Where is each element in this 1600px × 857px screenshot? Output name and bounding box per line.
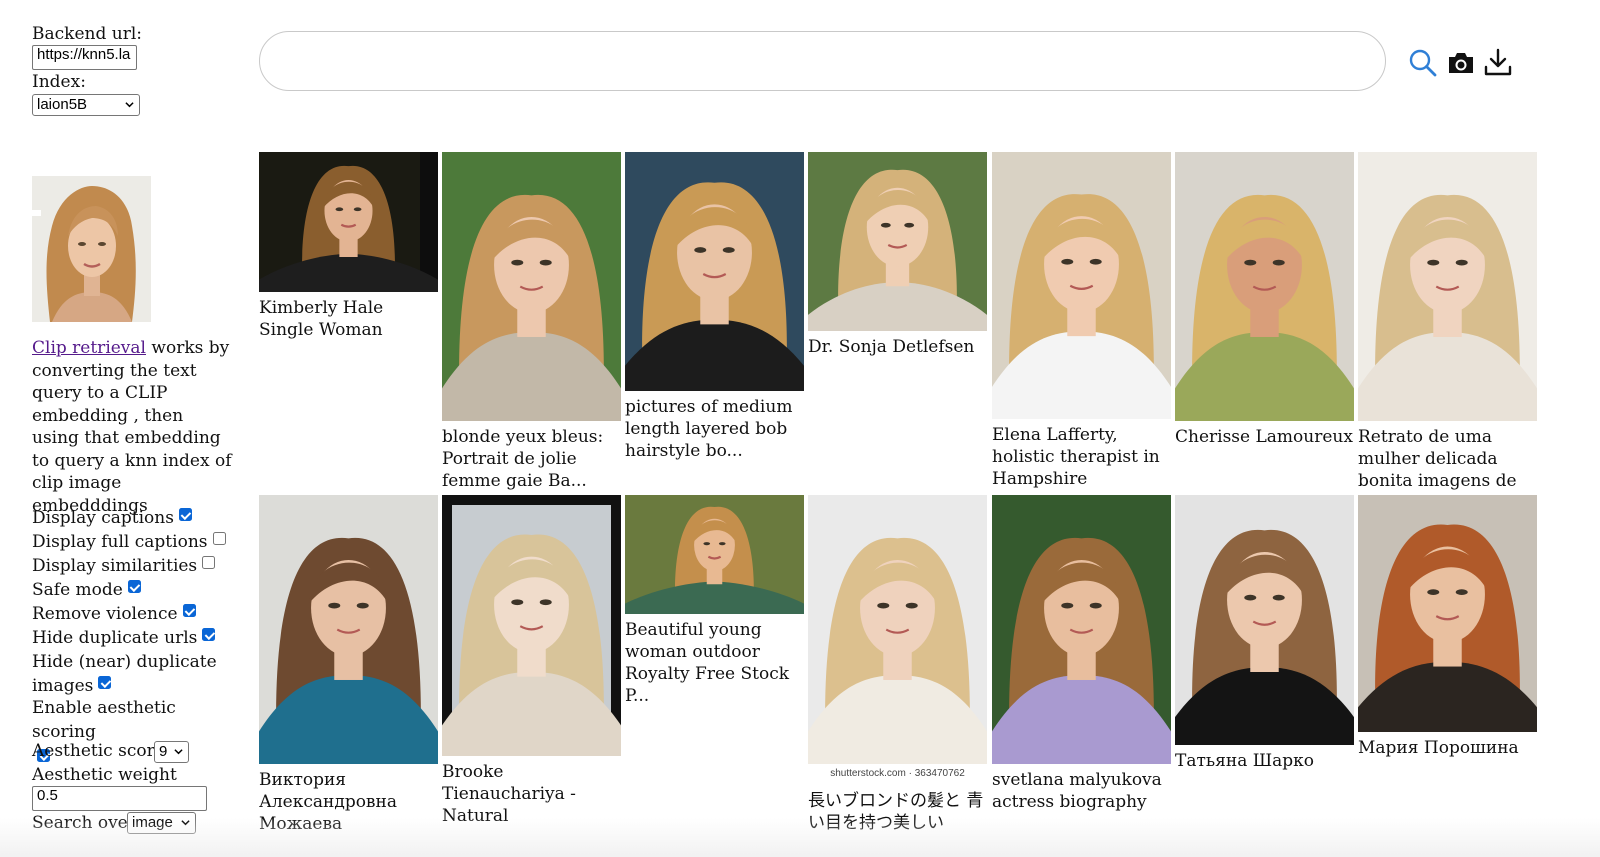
aesthetic-score-label: Aesthetic score bbox=[32, 741, 165, 761]
option-checkbox[interactable] bbox=[127, 580, 141, 593]
result-image[interactable] bbox=[625, 495, 804, 614]
download-icon[interactable] bbox=[1483, 47, 1513, 77]
option-row: Safe mode bbox=[32, 578, 141, 602]
result-image[interactable] bbox=[259, 495, 438, 764]
result-image[interactable] bbox=[442, 495, 621, 756]
result-caption: Beautiful young woman outdoor Royalty Fr… bbox=[625, 620, 790, 706]
portrait-image bbox=[808, 152, 987, 331]
portrait-image bbox=[1358, 152, 1537, 421]
portrait-image bbox=[992, 495, 1171, 764]
image-watermark: shutterstock.com · 363470762 bbox=[830, 768, 965, 779]
portrait-image bbox=[992, 152, 1171, 419]
portrait-image bbox=[259, 152, 438, 292]
result-image[interactable] bbox=[808, 495, 987, 764]
option-label: Hide duplicate urls bbox=[32, 628, 198, 648]
aesthetic-score-value: 9 bbox=[159, 743, 168, 760]
portrait-image bbox=[1175, 152, 1354, 421]
chevron-down-icon bbox=[174, 749, 183, 755]
portrait-image bbox=[442, 495, 621, 756]
result-caption: Мария Порошина bbox=[1358, 738, 1519, 758]
search-over-label: Search over bbox=[32, 813, 136, 833]
portrait-image bbox=[625, 495, 804, 614]
result-image[interactable] bbox=[992, 495, 1171, 764]
result-caption: Виктория Александровна Можаева bbox=[259, 770, 397, 834]
option-label: Display similarities bbox=[32, 556, 198, 576]
search-input[interactable] bbox=[259, 31, 1386, 91]
option-label: Enable aesthetic scoring bbox=[32, 698, 176, 742]
portrait-image bbox=[625, 152, 804, 391]
result-caption: blonde yeux bleus: Portrait de jolie fem… bbox=[442, 427, 604, 491]
result-image[interactable] bbox=[1175, 495, 1354, 745]
clip-retrieval-link[interactable]: Clip retrieval bbox=[32, 338, 146, 358]
result-image[interactable] bbox=[992, 152, 1171, 419]
portrait-image bbox=[1358, 495, 1537, 732]
option-row: Remove violence bbox=[32, 602, 196, 626]
result-image[interactable] bbox=[442, 152, 621, 421]
result-caption: Elena Lafferty, holistic therapist in Ha… bbox=[992, 425, 1160, 489]
option-row: Hide (near) duplicate images bbox=[32, 650, 222, 698]
result-caption: Brooke Tienauchariya - Natural bbox=[442, 762, 576, 826]
portrait-image bbox=[259, 495, 438, 764]
portrait-image bbox=[442, 152, 621, 421]
option-checkbox[interactable] bbox=[202, 628, 216, 641]
index-label: Index: bbox=[32, 72, 86, 92]
index-select-value: laion5B bbox=[37, 96, 88, 113]
option-label: Remove violence bbox=[32, 604, 178, 624]
option-label: Display full captions bbox=[32, 532, 208, 552]
result-caption: 長いブロンドの髪と 青い目を持つ美しい bbox=[808, 791, 984, 833]
chevron-down-icon bbox=[125, 102, 134, 108]
backend-url-label: Backend url: bbox=[32, 24, 142, 44]
portrait-image bbox=[1175, 495, 1354, 745]
option-row: Display similarities bbox=[32, 554, 216, 578]
option-label: Hide (near) duplicate images bbox=[32, 652, 217, 696]
query-image-thumbnail bbox=[32, 176, 151, 322]
portrait-image bbox=[32, 176, 151, 322]
result-caption: Татьяна Шарко bbox=[1175, 751, 1315, 771]
aesthetic-weight-label: Aesthetic weight bbox=[32, 765, 177, 785]
option-row: Hide duplicate urls bbox=[32, 626, 216, 650]
option-label: Display captions bbox=[32, 508, 174, 528]
result-image[interactable] bbox=[1175, 152, 1354, 421]
aesthetic-weight-input[interactable]: 0.5 bbox=[32, 786, 207, 811]
result-caption: Dr. Sonja Detlefsen bbox=[808, 337, 975, 357]
result-image[interactable] bbox=[808, 152, 987, 331]
option-row: Display captions bbox=[32, 506, 192, 530]
result-image[interactable] bbox=[1358, 495, 1537, 732]
result-caption: pictures of medium length layered bob ha… bbox=[625, 397, 793, 461]
description-body: works by converting the text query to a … bbox=[32, 338, 232, 516]
result-image[interactable] bbox=[1358, 152, 1537, 421]
camera-icon[interactable] bbox=[1447, 51, 1475, 75]
option-checkbox[interactable] bbox=[212, 532, 226, 545]
portrait-image bbox=[808, 495, 987, 764]
bottom-fade bbox=[0, 818, 1600, 857]
option-checkbox[interactable] bbox=[98, 676, 112, 689]
option-checkbox[interactable] bbox=[182, 604, 196, 617]
option-row: Display full captions bbox=[32, 530, 226, 554]
description-text: Clip retrieval works by converting the t… bbox=[32, 337, 232, 517]
search-over-value: image bbox=[132, 814, 173, 831]
option-label: Safe mode bbox=[32, 580, 123, 600]
aesthetic-score-select[interactable]: 9 bbox=[154, 741, 189, 763]
result-caption: Cherisse Lamoureux bbox=[1175, 427, 1353, 447]
result-image[interactable] bbox=[259, 152, 438, 292]
backend-url-input[interactable]: https://knn5.la bbox=[32, 45, 137, 70]
search-icon[interactable] bbox=[1408, 48, 1438, 78]
result-image[interactable] bbox=[625, 152, 804, 391]
index-select[interactable]: laion5B bbox=[32, 94, 140, 116]
result-caption: Kimberly Hale Single Woman bbox=[259, 298, 384, 340]
option-checkbox[interactable] bbox=[178, 508, 192, 521]
option-checkbox[interactable] bbox=[202, 556, 216, 569]
chevron-down-icon bbox=[181, 820, 190, 826]
search-over-select[interactable]: image bbox=[127, 812, 196, 834]
result-caption: svetlana malyukova actress biography bbox=[992, 770, 1162, 812]
